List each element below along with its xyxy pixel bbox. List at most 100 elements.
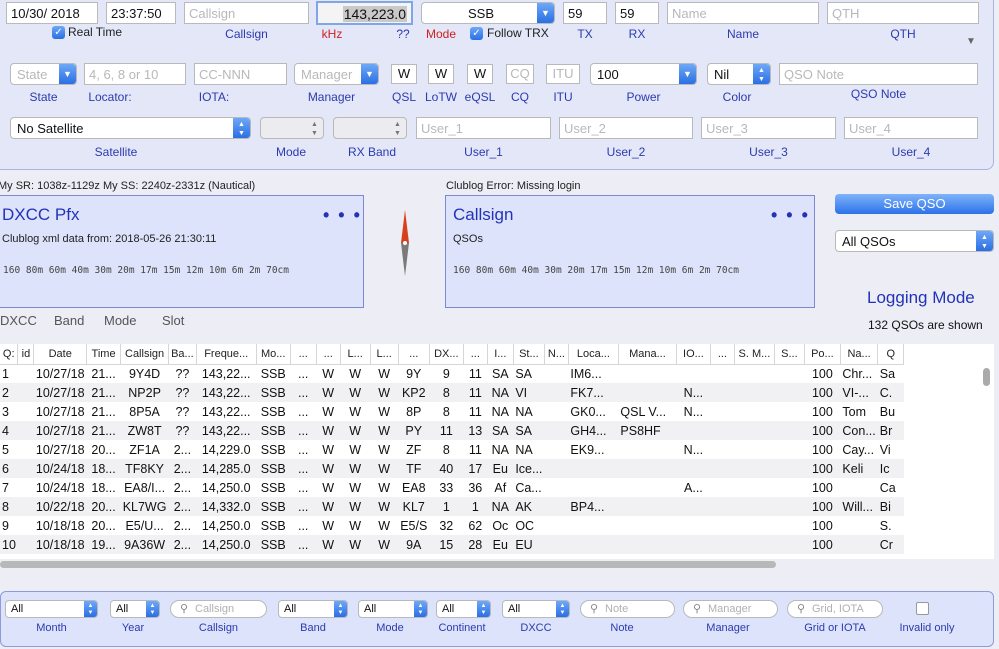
month-filter-select[interactable]: All ▲ ▼ xyxy=(5,600,98,618)
table-row[interactable]: 10 10/18/18 19... 9A36W 2... 14,250.0 SSB... W W… xyxy=(0,535,904,554)
table-row[interactable]: 7 10/24/18 18... EA8/I... 2... 14,250.0 SSB...… xyxy=(0,478,904,497)
column-header[interactable]: IO... xyxy=(676,344,711,365)
column-header[interactable]: ... xyxy=(710,344,735,365)
manager-filter-search[interactable]: ⚲ Manager xyxy=(683,600,778,618)
column-header[interactable]: Ba... xyxy=(168,344,197,365)
table-row[interactable]: 5 10/27/18 20... ZF1A 2... 14,229.0 SSB... W W W Z… xyxy=(0,440,904,459)
column-header[interactable]: St... xyxy=(513,344,545,365)
column-header[interactable]: Q: xyxy=(0,344,19,365)
color-select[interactable]: Nil ▲ ▼ xyxy=(707,63,771,85)
note-filter-search[interactable]: ⚲ Note xyxy=(580,600,675,618)
horizontal-scrollbar[interactable] xyxy=(0,561,776,568)
column-header[interactable]: Mo... xyxy=(256,344,291,365)
cq-input[interactable]: CQ xyxy=(506,64,534,84)
dxcc-filter-select[interactable]: All ▲ ▼ xyxy=(502,600,570,618)
column-header[interactable]: Loca... xyxy=(568,344,619,365)
table-cell: GH4... xyxy=(568,421,619,440)
tab-slot[interactable]: Slot xyxy=(162,313,184,328)
table-row[interactable]: 1 10/27/18 21... 9Y4D?? 143,22... SSB... W W W 9Y… xyxy=(0,364,904,383)
note-filter-placeholder: Note xyxy=(605,603,629,615)
date-field[interactable]: 10/30/ 2018 xyxy=(6,2,98,24)
itu-input[interactable]: ITU xyxy=(546,64,580,84)
rx-band-select[interactable]: ▲ ▼ xyxy=(333,117,407,139)
table-cell: 28 xyxy=(463,535,488,554)
callsign-more-icon[interactable]: • • • xyxy=(771,205,810,226)
table-row[interactable]: 3 10/27/18 21... 8P5A?? 143,22... SSB... W W W 8P… xyxy=(0,402,904,421)
eqsl-status[interactable]: W xyxy=(467,64,493,84)
tab-band[interactable]: Band xyxy=(54,313,84,328)
table-cell: 1 xyxy=(463,497,488,516)
expand-triangle-icon[interactable]: ▼ xyxy=(966,36,976,47)
user1-input[interactable]: User_1 xyxy=(416,117,551,139)
column-header[interactable]: N... xyxy=(544,344,569,365)
column-header[interactable]: L... xyxy=(340,344,371,365)
locator-input[interactable]: 4, 6, 8 or 10 xyxy=(84,63,186,85)
satellite-select[interactable]: No Satellite ▲ ▼ xyxy=(10,117,251,139)
callsign-input[interactable]: Callsign xyxy=(184,2,309,24)
rst-rx-input[interactable]: 59 xyxy=(615,2,659,24)
dxcc-more-icon[interactable]: • • • xyxy=(323,205,362,226)
vertical-scrollbar[interactable] xyxy=(983,368,990,386)
real-time-checkbox[interactable]: ✓ xyxy=(52,26,65,39)
grid-filter-search[interactable]: ⚲ Grid, IOTA xyxy=(787,600,883,618)
year-filter-select[interactable]: All ▲ ▼ xyxy=(110,600,160,618)
column-header[interactable]: L... xyxy=(370,344,399,365)
manager-select[interactable]: Manager ▼ xyxy=(294,63,379,85)
column-header[interactable]: S... xyxy=(774,344,805,365)
qth-input[interactable]: QTH xyxy=(827,2,979,24)
column-header[interactable]: ... xyxy=(463,344,488,365)
time-field[interactable]: 23:37:50 xyxy=(106,2,176,24)
clublog-error-text: Clublog Error: Missing login xyxy=(446,180,581,192)
table-row[interactable]: 9 10/18/18 20... E5/U... 2... 14,250.0 SSB... W… xyxy=(0,516,904,535)
band-filter-select[interactable]: All ▲ ▼ xyxy=(278,600,348,618)
column-header[interactable]: I... xyxy=(487,344,514,365)
user2-input[interactable]: User_2 xyxy=(559,117,693,139)
frequency-input[interactable]: 143,223.0 xyxy=(316,1,413,25)
rst-tx-input[interactable]: 59 xyxy=(563,2,607,24)
column-header[interactable]: Freque... xyxy=(196,344,257,365)
column-header[interactable]: Date xyxy=(33,344,88,365)
column-header[interactable]: ... xyxy=(290,344,317,365)
table-cell xyxy=(774,497,805,516)
callsign-filter-search[interactable]: ⚲ Callsign xyxy=(170,600,267,618)
table-row[interactable]: 6 10/24/18 18... TF8KY 2... 14,285.0 SSB... W W W… xyxy=(0,459,904,478)
column-header[interactable]: S. M... xyxy=(734,344,775,365)
column-header[interactable]: Mana... xyxy=(618,344,677,365)
column-header[interactable]: ... xyxy=(316,344,341,365)
tab-mode[interactable]: Mode xyxy=(104,313,137,328)
table-cell: W xyxy=(340,383,371,402)
table-cell: 5 xyxy=(2,442,9,457)
follow-trx-checkbox[interactable]: ✓ xyxy=(470,27,483,40)
column-header[interactable]: ... xyxy=(398,344,430,365)
mode-select[interactable]: SSB ▼ xyxy=(421,2,555,24)
column-header[interactable]: DX... xyxy=(429,344,464,365)
table-row[interactable]: 2 10/27/18 21... NP2P?? 143,22... SSB... W W W KP… xyxy=(0,383,904,402)
column-header[interactable]: Po... xyxy=(804,344,841,365)
qso-filter-select[interactable]: All QSOs ▲ ▼ xyxy=(835,230,994,252)
table-cell: 62 xyxy=(468,518,483,533)
mode-filter-select[interactable]: All ▲ ▼ xyxy=(358,600,428,618)
table-row[interactable]: 4 10/27/18 21... ZW8T?? 143,22... SSB... W W W PY… xyxy=(0,421,904,440)
sat-mode-select[interactable]: ▲ ▼ xyxy=(260,117,324,139)
continent-filter-select[interactable]: All ▲ ▼ xyxy=(436,600,491,618)
state-select[interactable]: State ▼ xyxy=(10,63,77,85)
qso-note-input[interactable]: QSO Note xyxy=(779,63,978,85)
column-header[interactable]: Q xyxy=(877,344,905,365)
invalid-only-checkbox[interactable] xyxy=(916,602,929,615)
callsign-band-row: 160 80m 60m 40m 30m 20m 17m 15m 12m 10m … xyxy=(453,265,739,276)
name-input[interactable]: Name xyxy=(667,2,819,24)
save-qso-button[interactable]: Save QSO xyxy=(835,194,994,214)
user4-input[interactable]: User_4 xyxy=(844,117,978,139)
qsl-status[interactable]: W xyxy=(391,64,417,84)
iota-input[interactable]: CC-NNN xyxy=(194,63,287,85)
table-row[interactable]: 8 10/22/18 20... KL7WG 2... 14,332.0 SSB... W W W… xyxy=(0,497,904,516)
column-header[interactable]: Time xyxy=(86,344,122,365)
column-header[interactable]: id xyxy=(17,344,35,365)
table-cell: W xyxy=(322,518,335,533)
power-select[interactable]: 100 ▼ xyxy=(590,63,697,85)
tab-dxcc[interactable]: DXCC xyxy=(0,313,37,328)
lotw-status[interactable]: W xyxy=(428,64,454,84)
user3-input[interactable]: User_3 xyxy=(701,117,836,139)
column-header[interactable]: Callsign xyxy=(120,344,170,365)
column-header[interactable]: Na... xyxy=(840,344,879,365)
